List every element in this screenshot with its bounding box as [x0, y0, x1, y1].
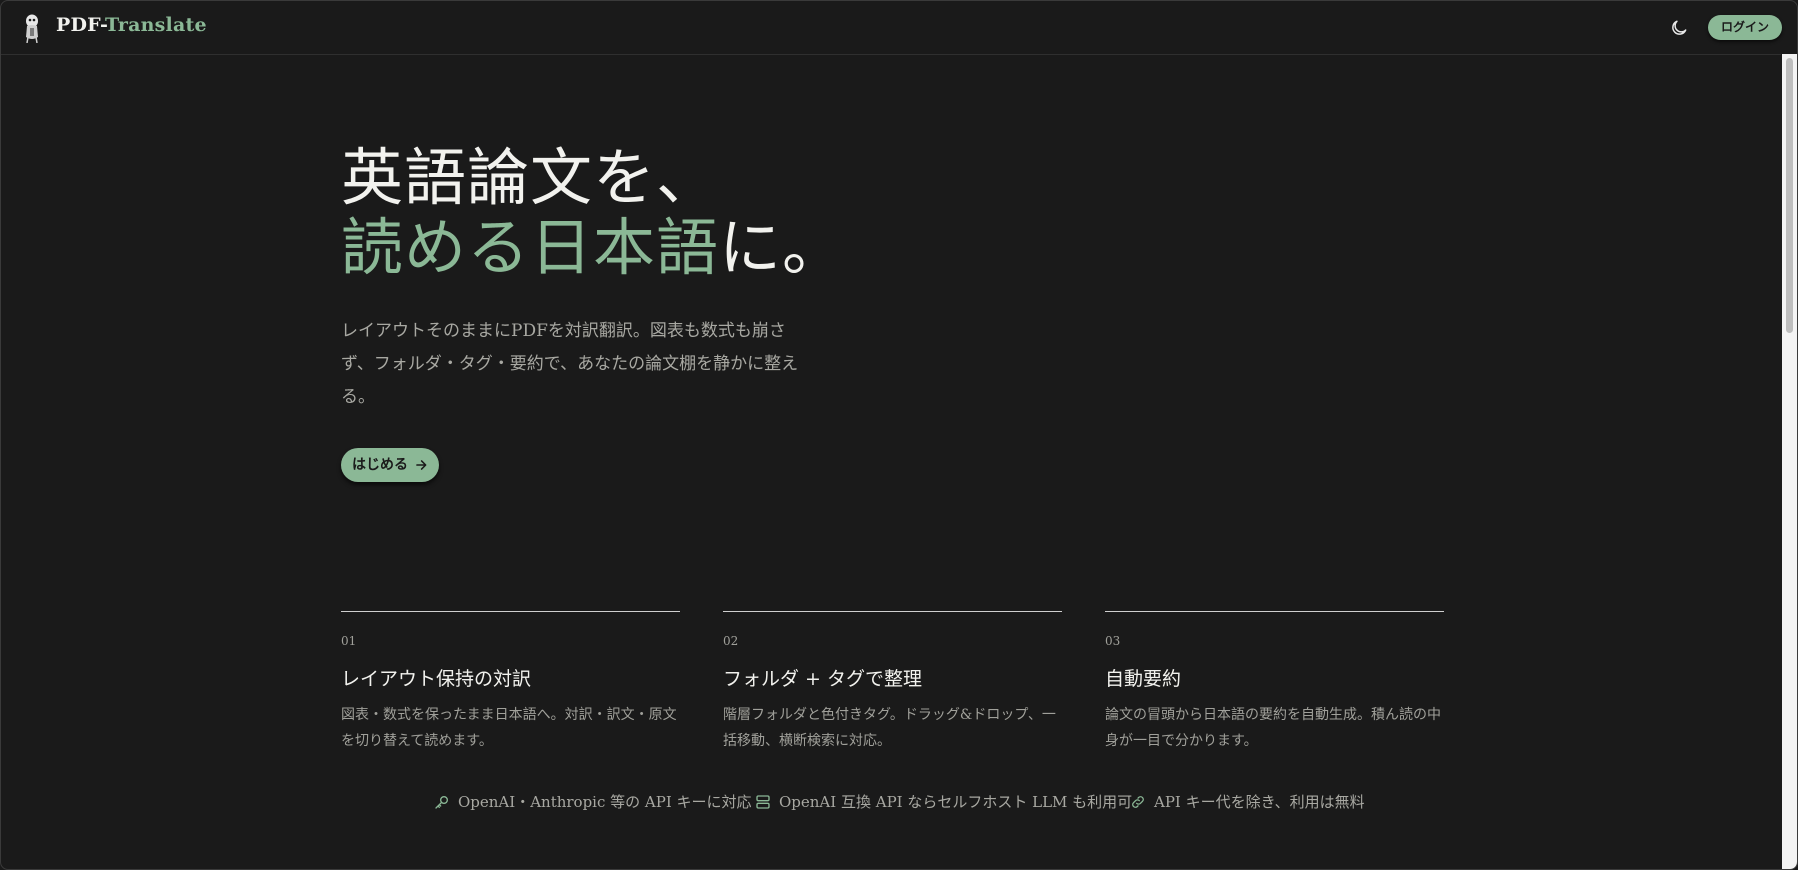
feature-title: レイアウト保持の対訳: [341, 668, 532, 690]
start-button[interactable]: はじめる: [341, 448, 439, 482]
feature-number: 01: [341, 634, 357, 648]
logo-icon[interactable]: [21, 13, 43, 44]
feature-title: 自動要約: [1105, 668, 1182, 690]
hero-title-rest: に。: [719, 211, 846, 284]
hero-description: レイアウトそのままにPDFを対訳翻訳。図表も数式も崩さず、フォルダ・タグ・要約で…: [341, 321, 799, 407]
feature-title: フォルダ + タグで整理: [723, 668, 922, 690]
feature-description: 階層フォルダと色付きタグ。ドラッグ&ドロップ、一括移動、横断検索に対応。: [723, 707, 1056, 749]
hero-title-accent: 読める日本語: [341, 211, 720, 284]
note-text: OpenAI・Anthropic 等の API キーに対応: [458, 793, 752, 811]
brand-main: PDF-: [56, 14, 105, 36]
feature-number: 02: [723, 634, 739, 648]
hero-title-line1: 英語論文を、: [341, 141, 720, 214]
link-icon: [1132, 796, 1144, 808]
feature-description: 論文の冒頭から日本語の要約を自動生成。積ん読の中身が一目で分かります。: [1105, 707, 1441, 749]
key-icon: [435, 796, 448, 809]
start-button-label: はじめる: [352, 457, 408, 473]
brand-accent: Translate: [104, 14, 207, 36]
login-button[interactable]: ログイン: [1708, 15, 1782, 40]
feature-description: 図表・数式を保ったまま日本語へ。対訳・訳文・原文を切り替えて読めます。: [341, 707, 677, 749]
top-header: PDF-Translate ログイン: [1, 1, 1782, 55]
feature-number: 03: [1105, 634, 1121, 648]
feature-card-3: 03 自動要約 論文の冒頭から日本語の要約を自動生成。積ん読の中身が一目で分かり…: [1105, 611, 1444, 749]
app-window: PDF-Translate ログイン 英語論文を、 読める日本語に。 レイアウト…: [0, 0, 1798, 870]
note-text: OpenAI 互換 API ならセルフホスト LLM も利用可: [779, 793, 1133, 811]
page-scrollbar[interactable]: [1782, 54, 1797, 869]
hero-title-line2: 読める日本語に。: [341, 213, 845, 283]
feature-card-2: 02 フォルダ + タグで整理 階層フォルダと色付きタグ。ドラッグ&ドロップ、一…: [723, 611, 1062, 749]
scrollbar-thumb[interactable]: [1786, 58, 1793, 333]
feature-card-1: 01 レイアウト保持の対訳 図表・数式を保ったまま日本語へ。対訳・訳文・原文を切…: [341, 611, 680, 749]
feature-notes: OpenAI・Anthropic 等の API キーに対応 OpenAI 互換 …: [1, 791, 1781, 815]
brand-name[interactable]: PDF-Translate: [56, 14, 207, 36]
note-text: API キー代を除き、利用は無料: [1154, 793, 1365, 811]
moon-icon[interactable]: [1669, 18, 1689, 38]
hero-title: 英語論文を、 読める日本語に。: [341, 143, 845, 283]
arrow-right-icon: [416, 460, 427, 470]
server-icon: [756, 795, 770, 809]
